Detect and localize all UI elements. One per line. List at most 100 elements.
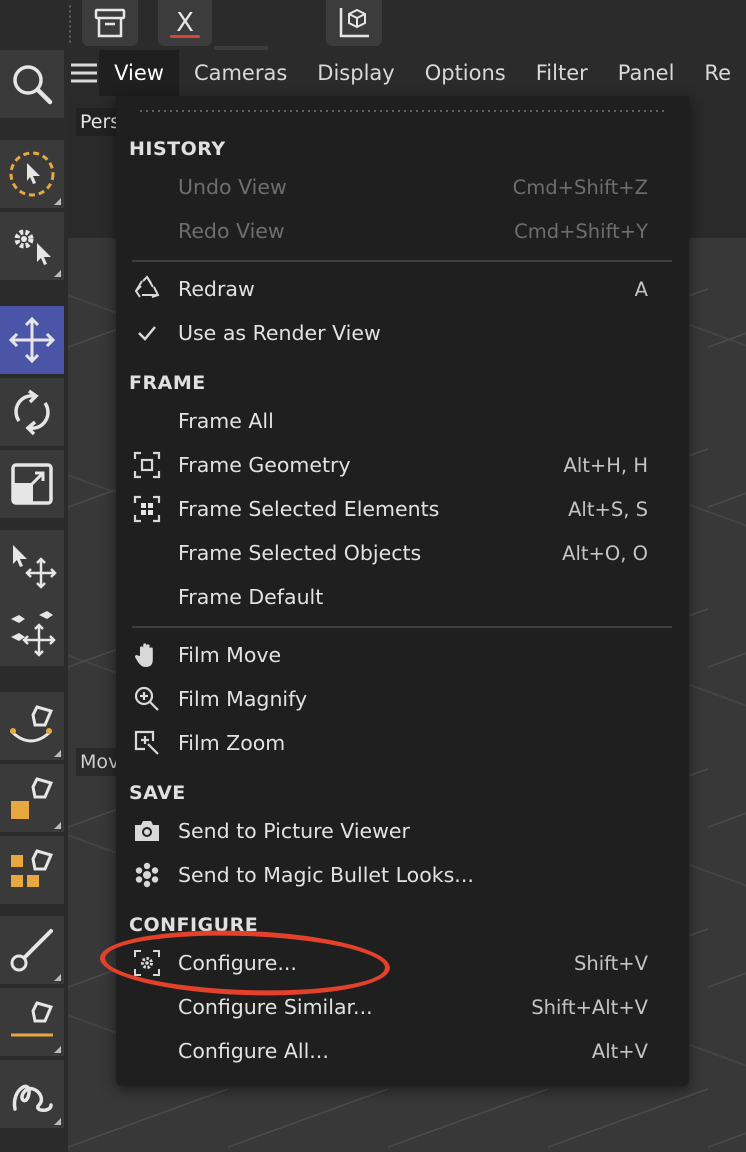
menu-item-shortcut: Alt+H, H	[563, 453, 648, 477]
spline-arc-tool-button[interactable]	[0, 692, 64, 760]
pen-square-icon	[11, 777, 54, 819]
menu-item-configure-similar[interactable]: Configure Similar... Shift+Alt+V	[116, 985, 689, 1029]
menu-options[interactable]: Options	[410, 50, 521, 96]
more-tools-corner	[54, 198, 61, 205]
menu-item-shortcut: Alt+O, O	[562, 541, 648, 565]
menu-separator	[132, 626, 672, 628]
hand-icon	[132, 640, 162, 670]
archive-icon	[94, 8, 126, 38]
lock-x-axis-button[interactable]: X	[158, 0, 212, 46]
menu-item-shortcut: Cmd+Shift+Z	[512, 175, 648, 199]
viewport-menubar: View Cameras Display Options Filter Pane…	[68, 50, 746, 96]
menu-item-label: Redraw	[178, 277, 255, 301]
pen-line-icon	[11, 1001, 54, 1037]
viewport-menu-button[interactable]	[68, 50, 99, 96]
more-tools-corner	[54, 1046, 61, 1053]
zoom-icon	[132, 728, 162, 758]
menu-display[interactable]: Display	[302, 50, 409, 96]
menu-item-label: Film Zoom	[178, 731, 286, 755]
menu-item-label: Film Magnify	[178, 687, 308, 711]
more-tools-corner	[54, 822, 61, 829]
menu-item-shortcut: A	[634, 277, 648, 301]
move-arrows-icon	[8, 316, 56, 364]
menu-view[interactable]: View	[99, 50, 179, 96]
gear-cursor-icon	[14, 229, 51, 265]
camera-icon	[132, 816, 162, 846]
rotate-tool-button[interactable]	[0, 378, 64, 446]
menu-item-label: Configure All...	[178, 1039, 329, 1063]
spline-primitive-tool-button[interactable]	[0, 764, 64, 832]
menu-tearoff-handle[interactable]	[138, 108, 668, 114]
coordinate-system-icon	[339, 8, 369, 38]
menu-item-label: Frame All	[178, 409, 274, 433]
search-icon	[13, 65, 53, 105]
menu-item-send-to-magic-bullet[interactable]: Send to Magic Bullet Looks...	[116, 853, 689, 897]
section-frame: FRAME	[129, 372, 206, 394]
menu-item-label: Configure...	[178, 951, 297, 975]
placement-tool-button[interactable]	[0, 598, 64, 666]
menu-cameras[interactable]: Cameras	[179, 50, 302, 96]
menu-item-frame-all[interactable]: Frame All	[116, 399, 689, 443]
view-dropdown-menu: HISTORY Undo View Cmd+Shift+Z Redo View …	[116, 96, 689, 1086]
cubes-move-icon	[11, 611, 56, 657]
polygon-tool-button[interactable]	[0, 836, 64, 904]
menu-item-label: Frame Selected Objects	[178, 541, 422, 565]
menu-item-film-magnify[interactable]: Film Magnify	[116, 677, 689, 721]
scale-icon	[11, 463, 53, 505]
configure-icon	[132, 948, 162, 978]
menu-item-undo-view[interactable]: Undo View Cmd+Shift+Z	[116, 165, 689, 209]
menu-item-frame-geometry[interactable]: Frame Geometry Alt+H, H	[116, 443, 689, 487]
menu-item-label: Frame Default	[178, 585, 324, 609]
archive-button[interactable]	[82, 0, 138, 46]
menu-item-film-move[interactable]: Film Move	[116, 633, 689, 677]
x-axis-label: X	[176, 8, 194, 38]
menu-item-shortcut: Shift+Alt+V	[531, 995, 648, 1019]
more-tools-corner	[54, 974, 61, 981]
more-tools-corner	[54, 270, 61, 277]
menu-item-label: Redo View	[178, 219, 285, 243]
menu-item-frame-default[interactable]: Frame Default	[116, 575, 689, 619]
menu-item-send-to-picture-viewer[interactable]: Send to Picture Viewer	[116, 809, 689, 853]
brush-tool-button[interactable]	[0, 916, 64, 984]
menu-render[interactable]: Re	[689, 50, 746, 96]
menu-item-label: Film Move	[178, 643, 282, 667]
section-history: HISTORY	[129, 138, 226, 160]
toolbar-grip[interactable]	[68, 4, 72, 44]
scale-tool-button[interactable]	[0, 450, 64, 518]
menu-item-redo-view[interactable]: Redo View Cmd+Shift+Y	[116, 209, 689, 253]
move-tool-button[interactable]	[0, 306, 64, 374]
menu-item-label: Frame Geometry	[178, 453, 351, 477]
menu-item-redraw[interactable]: Redraw A	[116, 267, 689, 311]
transform-tool-button[interactable]	[0, 530, 64, 598]
menu-item-shortcut: Alt+S, S	[568, 497, 648, 521]
more-tools-corner	[54, 750, 61, 757]
menu-item-shortcut: Alt+V	[591, 1039, 648, 1063]
sketch-tool-button[interactable]	[0, 1060, 64, 1128]
live-selection-button[interactable]	[0, 140, 64, 208]
menu-item-label: Send to Picture Viewer	[178, 819, 410, 843]
left-toolbar	[0, 50, 66, 1152]
section-configure: CONFIGURE	[129, 914, 259, 936]
pen-cubes-icon	[11, 849, 54, 887]
menu-item-label: Undo View	[178, 175, 287, 199]
menu-item-shortcut: Shift+V	[573, 951, 648, 975]
menu-separator	[132, 260, 672, 262]
menu-panel[interactable]: Panel	[603, 50, 690, 96]
pen-line-tool-button[interactable]	[0, 988, 64, 1056]
tweak-tool-button[interactable]	[0, 212, 64, 280]
menu-item-configure[interactable]: Configure... Shift+V	[116, 941, 689, 985]
menu-item-configure-all[interactable]: Configure All... Alt+V	[116, 1029, 689, 1073]
recycle-icon	[132, 274, 162, 304]
menu-item-film-zoom[interactable]: Film Zoom	[116, 721, 689, 765]
section-save: SAVE	[129, 782, 186, 804]
menu-filter[interactable]: Filter	[521, 50, 603, 96]
cursor-move-icon	[13, 545, 57, 589]
menu-item-frame-selected-elements[interactable]: Frame Selected Elements Alt+S, S	[116, 487, 689, 531]
menu-item-use-as-render-view[interactable]: Use as Render View	[116, 311, 689, 355]
coordinate-system-button[interactable]	[326, 0, 382, 46]
frame-geometry-icon	[132, 450, 162, 480]
menu-item-shortcut: Cmd+Shift+Y	[514, 219, 648, 243]
menu-item-frame-selected-objects[interactable]: Frame Selected Objects Alt+O, O	[116, 531, 689, 575]
search-button[interactable]	[0, 50, 64, 118]
more-tools-corner	[54, 1118, 61, 1125]
